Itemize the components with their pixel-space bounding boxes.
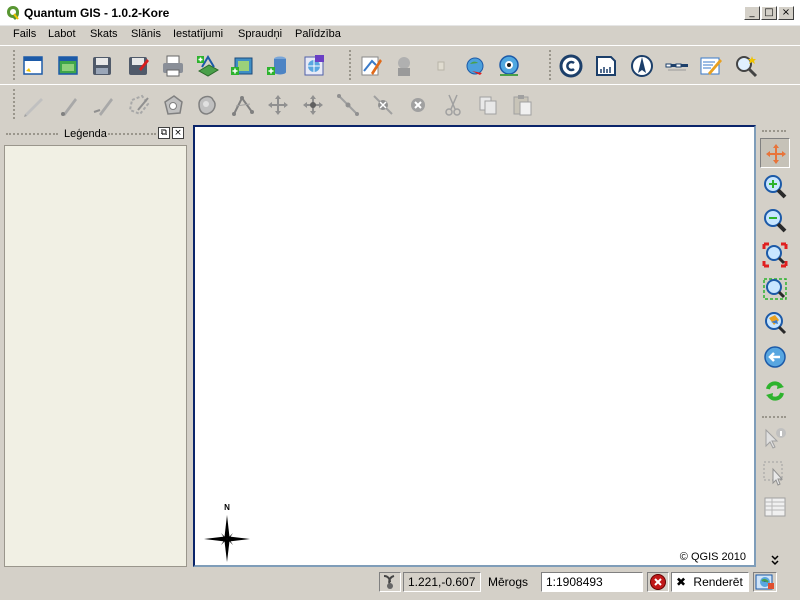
new-project-icon[interactable]: [20, 53, 46, 79]
select-icon[interactable]: [760, 458, 790, 488]
toolbar-grip[interactable]: [762, 416, 786, 419]
copyright-icon[interactable]: [558, 53, 584, 79]
dock-grip[interactable]: [6, 133, 58, 136]
toggle-extents-button[interactable]: [379, 572, 401, 592]
toolbar-grip[interactable]: [549, 50, 552, 80]
map-canvas[interactable]: [193, 125, 756, 567]
menu-view[interactable]: Skats: [90, 28, 118, 40]
add-wms-layer-icon[interactable]: [301, 53, 327, 79]
legend-panel[interactable]: [4, 145, 187, 567]
delete-selected-icon[interactable]: [405, 92, 431, 118]
menu-help[interactable]: Palīdzība: [295, 28, 341, 40]
copyright-label: © QGIS 2010: [679, 551, 746, 563]
capture-line-icon[interactable]: [91, 92, 117, 118]
close-dock-button[interactable]: ×: [172, 127, 184, 139]
attribute-table-icon[interactable]: [760, 492, 790, 522]
pan-icon[interactable]: [760, 138, 790, 168]
scale-bar-icon[interactable]: [664, 53, 690, 79]
add-vector-layer-icon[interactable]: [195, 53, 221, 79]
zoom-layer-icon[interactable]: [760, 308, 790, 338]
print-icon[interactable]: [160, 53, 186, 79]
georeferencer-icon[interactable]: [496, 53, 522, 79]
legend-title: Leģenda: [64, 128, 107, 140]
scale-input[interactable]: [541, 572, 643, 592]
zoom-last-icon[interactable]: [760, 342, 790, 372]
copy-icon[interactable]: [475, 92, 501, 118]
stop-render-button[interactable]: [647, 572, 669, 592]
toolbar-grip[interactable]: [13, 89, 16, 119]
identify-icon[interactable]: [760, 424, 790, 454]
separator: [0, 84, 800, 85]
toolbar-grip[interactable]: [13, 50, 16, 80]
overview-icon[interactable]: [392, 53, 418, 79]
more-tools-chevron-icon[interactable]: [760, 546, 790, 566]
qgis-app-icon: [6, 5, 20, 21]
coordinates-display[interactable]: 1.221,-0.607: [403, 572, 481, 592]
search-icon[interactable]: [733, 53, 759, 79]
edit-icon[interactable]: [698, 53, 724, 79]
projection-button[interactable]: [753, 572, 777, 592]
cut-icon[interactable]: [440, 92, 466, 118]
add-vertex-icon[interactable]: [335, 92, 361, 118]
menu-settings[interactable]: Iestatījumi: [173, 28, 223, 40]
north-arrow-icon[interactable]: [629, 53, 655, 79]
maximize-button[interactable]: □: [761, 6, 777, 20]
capture-point-icon[interactable]: [57, 92, 83, 118]
grass-icon: [428, 53, 454, 79]
split-features-icon[interactable]: [230, 92, 256, 118]
paste-icon[interactable]: [509, 92, 535, 118]
render-checkbox-icon: ✖: [676, 575, 687, 589]
add-postgis-layer-icon[interactable]: [265, 53, 291, 79]
zoom-selection-icon[interactable]: [760, 274, 790, 304]
render-toggle[interactable]: ✖ Renderēt: [671, 572, 749, 592]
capture-polygon-icon[interactable]: [126, 92, 152, 118]
float-dock-button[interactable]: ⧉: [158, 127, 170, 139]
legend-dock-header: Leģenda ⧉ ×: [4, 126, 188, 142]
add-ring-icon[interactable]: [160, 92, 186, 118]
grid-icon[interactable]: [593, 53, 619, 79]
toolbar-grip[interactable]: [349, 50, 352, 80]
delete-vertex-icon[interactable]: [370, 92, 396, 118]
open-project-icon[interactable]: [55, 53, 81, 79]
zoom-out-icon[interactable]: [760, 206, 790, 236]
new-vector-layer-icon[interactable]: [358, 53, 384, 79]
add-raster-layer-icon[interactable]: [229, 53, 255, 79]
toggle-editing-icon[interactable]: [21, 92, 47, 118]
zoom-full-icon[interactable]: [760, 240, 790, 270]
separator: [0, 45, 800, 46]
refresh-icon[interactable]: [760, 376, 790, 406]
minimize-button[interactable]: _: [744, 6, 760, 20]
north-label: N: [224, 503, 230, 512]
save-as-icon[interactable]: [125, 53, 151, 79]
toolbar-grip[interactable]: [762, 130, 786, 133]
add-island-icon[interactable]: [195, 92, 221, 118]
gps-icon[interactable]: [462, 53, 488, 79]
menu-plugins[interactable]: Spraudņi: [238, 28, 282, 40]
window-title: Quantum GIS - 1.0.2-Kore: [24, 6, 170, 20]
menu-layer[interactable]: Slānis: [131, 28, 161, 40]
move-vertex-icon[interactable]: [300, 92, 326, 118]
menu-file[interactable]: Fails: [13, 28, 36, 40]
title-bar: Quantum GIS - 1.0.2-Kore _ □ ×: [0, 0, 800, 26]
menu-edit[interactable]: Labot: [48, 28, 76, 40]
north-arrow: N: [202, 502, 252, 562]
menu-bar: Fails Labot Skats Slānis Iestatījumi Spr…: [0, 26, 800, 44]
save-icon[interactable]: [89, 53, 115, 79]
move-feature-icon[interactable]: [265, 92, 291, 118]
render-label: Renderēt: [693, 575, 743, 589]
close-button[interactable]: ×: [778, 6, 794, 20]
zoom-in-icon[interactable]: [760, 172, 790, 202]
dock-grip[interactable]: [108, 133, 156, 136]
scale-label: Mērogs: [483, 572, 537, 592]
